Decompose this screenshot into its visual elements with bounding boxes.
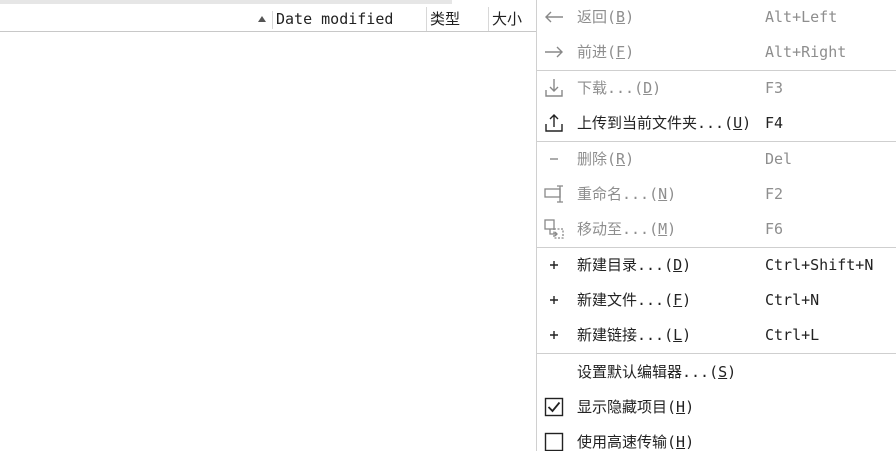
menu-divider bbox=[537, 353, 896, 354]
file-list-pane[interactable]: Date modified 类型 大小 bbox=[0, 0, 536, 451]
menu-item-delete-shortcut: Del bbox=[765, 150, 793, 168]
plus-icon bbox=[543, 324, 565, 346]
move-icon bbox=[543, 218, 565, 240]
minus-icon bbox=[543, 148, 565, 170]
menu-item-new-link[interactable]: 新建链接...(L) Ctrl+L bbox=[537, 318, 896, 352]
arrow-right-icon bbox=[543, 41, 565, 63]
plus-icon bbox=[543, 254, 565, 276]
menu-item-new-file-label: 新建文件...(F) bbox=[577, 291, 692, 309]
menu-item-download[interactable]: 下载...(D) F3 bbox=[537, 71, 896, 105]
context-menu: 返回(B) Alt+Left 前进(F) Alt+Right 下载...(D) … bbox=[536, 0, 896, 451]
menu-item-download-shortcut: F3 bbox=[765, 79, 784, 97]
menu-item-new-directory[interactable]: 新建目录...(D) Ctrl+Shift+N bbox=[537, 248, 896, 282]
checkbox-unchecked-icon[interactable] bbox=[543, 431, 565, 451]
column-header-size-label: 大小 bbox=[492, 10, 523, 28]
menu-item-new-link-shortcut: Ctrl+L bbox=[765, 326, 820, 344]
menu-item-set-default-editor-label: 设置默认编辑器...(S) bbox=[577, 363, 737, 381]
file-manager-window: Date modified 类型 大小 返回(B) Alt+Left 前进(F) bbox=[0, 0, 896, 451]
menu-item-move[interactable]: 移动至...(M) F6 bbox=[537, 212, 896, 246]
menu-item-rename-label: 重命名...(N) bbox=[577, 185, 677, 203]
column-header-size[interactable]: 大小 bbox=[488, 7, 536, 31]
menu-item-upload[interactable]: 上传到当前文件夹...(U) F4 bbox=[537, 106, 896, 140]
menu-item-forward[interactable]: 前进(F) Alt+Right bbox=[537, 35, 896, 69]
download-icon bbox=[543, 77, 565, 99]
plus-icon bbox=[543, 289, 565, 311]
menu-item-set-default-editor[interactable]: 设置默认编辑器...(S) bbox=[537, 355, 896, 389]
menu-item-forward-label: 前进(F) bbox=[577, 43, 635, 61]
menu-item-show-hidden[interactable]: 显示隐藏项目(H) bbox=[537, 390, 896, 424]
menu-item-upload-label: 上传到当前文件夹...(U) bbox=[577, 114, 752, 132]
checkbox-checked-icon[interactable] bbox=[543, 396, 565, 418]
menu-item-new-link-label: 新建链接...(L) bbox=[577, 326, 692, 344]
menu-item-new-file-shortcut: Ctrl+N bbox=[765, 291, 820, 309]
column-header-row: Date modified 类型 大小 bbox=[0, 7, 536, 32]
menu-item-download-label: 下载...(D) bbox=[577, 79, 662, 97]
menu-item-forward-shortcut: Alt+Right bbox=[765, 43, 847, 61]
column-header-type[interactable]: 类型 bbox=[426, 7, 488, 31]
menu-item-move-label: 移动至...(M) bbox=[577, 220, 677, 238]
column-separator[interactable] bbox=[272, 10, 273, 29]
menu-item-upload-shortcut: F4 bbox=[765, 114, 784, 132]
horizontal-scrollbar[interactable] bbox=[0, 0, 452, 4]
menu-item-show-hidden-label: 显示隐藏项目(H) bbox=[577, 398, 695, 416]
menu-item-new-directory-shortcut: Ctrl+Shift+N bbox=[765, 256, 874, 274]
column-header-type-label: 类型 bbox=[430, 10, 461, 28]
menu-item-back-shortcut: Alt+Left bbox=[765, 8, 838, 26]
column-header-date-modified[interactable]: Date modified bbox=[252, 7, 426, 31]
menu-item-delete[interactable]: 删除(R) Del bbox=[537, 142, 896, 176]
column-header-date-modified-label: Date modified bbox=[276, 10, 394, 28]
menu-item-rename[interactable]: 重命名...(N) F2 bbox=[537, 177, 896, 211]
menu-item-new-file[interactable]: 新建文件...(F) Ctrl+N bbox=[537, 283, 896, 317]
menu-item-delete-label: 删除(R) bbox=[577, 150, 635, 168]
menu-item-back[interactable]: 返回(B) Alt+Left bbox=[537, 0, 896, 34]
menu-item-fast-transfer[interactable]: 使用高速传输(H) bbox=[537, 425, 896, 451]
arrow-left-icon bbox=[543, 6, 565, 28]
sort-ascending-icon bbox=[258, 15, 266, 22]
upload-icon bbox=[543, 112, 565, 134]
menu-item-back-label: 返回(B) bbox=[577, 8, 635, 26]
menu-item-move-shortcut: F6 bbox=[765, 220, 784, 238]
rename-icon bbox=[543, 183, 565, 205]
menu-item-rename-shortcut: F2 bbox=[765, 185, 784, 203]
menu-item-new-directory-label: 新建目录...(D) bbox=[577, 256, 692, 274]
menu-item-fast-transfer-label: 使用高速传输(H) bbox=[577, 433, 695, 451]
